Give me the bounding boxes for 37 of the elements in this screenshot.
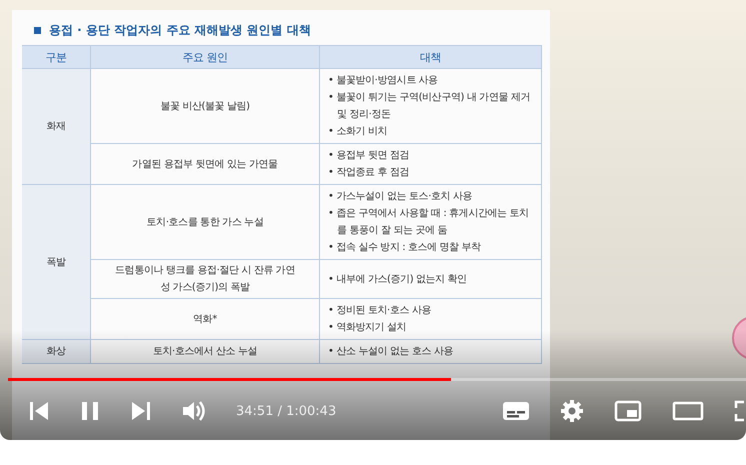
measure-item: • 좁은 구역에서 사용할 때 : 휴게시간에는 토치를 통풍이 잘 되는 곳에 둠 [328,207,530,238]
cause-cell: 토치·호스를 통한 가스 누설 [90,184,320,260]
cause-cell: 불꽃 비산(불꽃 날림) [90,68,320,144]
category-cell: 화재 [22,68,90,184]
cause-cell: 역화* [90,298,320,340]
measure-item: • 접속 실수 방지 : 호스에 명찰 부착 [328,241,482,255]
category-cell: 화상 [22,340,90,364]
column-header: 주요 원인 [90,46,320,68]
measure-item: • 가스누설이 없는 토스·호치 사용 [328,190,474,204]
measure-item: • 용접부 뒷면 점검 [328,149,410,163]
settings-icon[interactable] [560,399,584,423]
theater-mode-icon[interactable] [672,400,704,422]
square-icon [34,26,41,34]
fullscreen-icon[interactable] [734,400,746,422]
next-icon[interactable] [130,400,152,422]
progress-bar[interactable] [8,378,746,381]
cause-cell: 드럼통이나 탱크를 용접·절단 시 잔류 가연성 가스(증기)의 폭발 [90,260,320,298]
measure-item: • 내부에 가스(증기) 없는지 확인 [328,272,468,286]
category-cell: 폭발 [22,184,90,340]
subtitles-icon[interactable] [502,401,530,421]
cause-cell: 가열된 용접부 뒷면에 있는 가연물 [90,144,320,184]
measure-item: • 작업종료 후 점검 [328,166,410,180]
measure-item: • 불꽃받이·방염시트 사용 [328,74,439,88]
measure-item: • 산소 누설이 없는 호스 사용 [328,345,454,359]
measure-item: • 불꽃이 튀기는 구역(비산구역) 내 가연물 제거 및 정리·정돈 [328,91,531,122]
measure-item: • 정비된 토치·호스 사용 [328,304,432,318]
measure-item: • 소화기 비치 [328,125,388,139]
column-header: 구분 [22,46,90,68]
measure-item: • 역화방지기 설치 [328,321,408,335]
pause-icon[interactable] [80,400,100,422]
column-header: 대책 [320,46,542,68]
volume-icon[interactable] [182,400,208,422]
miniplayer-icon[interactable] [614,400,642,422]
time-display: 34:51 / 1:00:43 [236,404,336,418]
slide-title: 용접 · 용단 작업자의 주요 재해발생 원인별 대책 [49,22,311,38]
previous-icon[interactable] [28,400,50,422]
cause-cell: 토치·호스에서 산소 누설 [90,340,320,364]
